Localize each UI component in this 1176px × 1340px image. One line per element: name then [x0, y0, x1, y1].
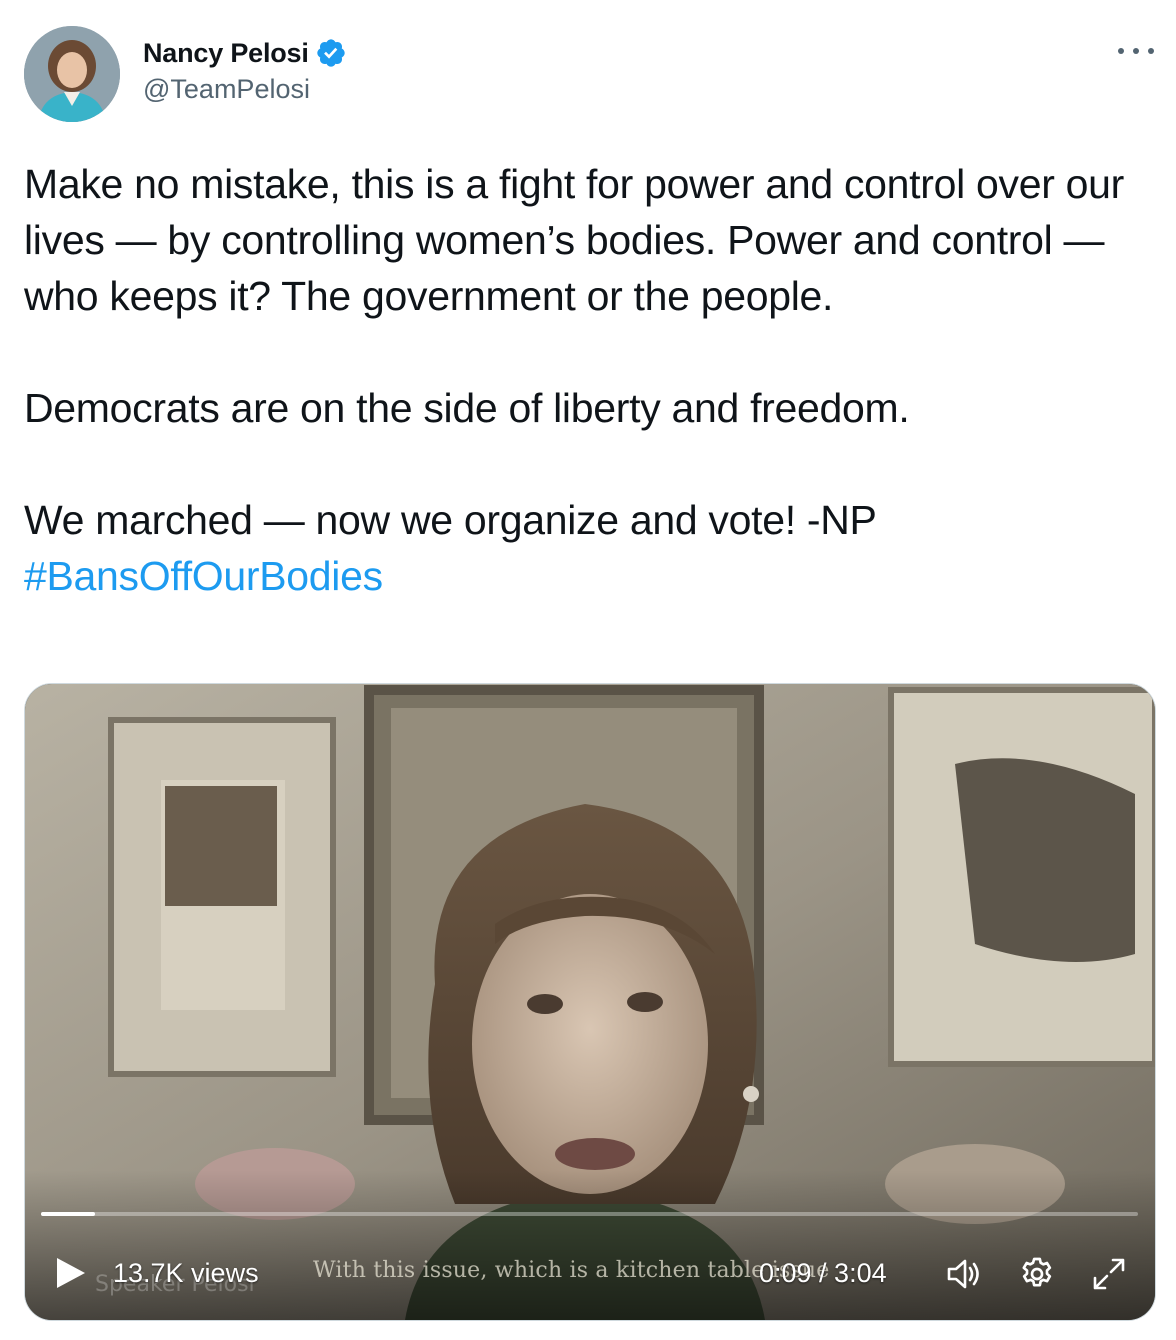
more-button[interactable] [1118, 36, 1154, 66]
avatar-photo [24, 26, 120, 122]
video-controls-overlay [25, 1170, 1155, 1320]
author-name[interactable]: Nancy Pelosi [143, 38, 309, 69]
avatar[interactable] [24, 26, 120, 122]
play-icon [57, 1258, 85, 1288]
tweet-text: Make no mistake, this is a fight for pow… [24, 156, 1152, 604]
fullscreen-button[interactable] [1089, 1254, 1129, 1294]
volume-button[interactable] [943, 1254, 983, 1294]
progress-fill [41, 1212, 95, 1216]
video-player[interactable]: Speaker Pelosi With this issue, which is… [24, 683, 1156, 1321]
more-icon-dot [1133, 48, 1139, 54]
tweet-paragraph: Make no mistake, this is a fight for pow… [24, 161, 1125, 319]
progress-bar[interactable] [41, 1212, 1138, 1216]
more-icon [1118, 48, 1124, 54]
volume-icon [947, 1259, 979, 1289]
more-icon-dot [1148, 48, 1154, 54]
time-display: 0:09 / 3:04 [759, 1258, 887, 1288]
tweet-paragraph: We marched — now we organize and vote! -… [24, 497, 877, 543]
settings-button[interactable] [1017, 1254, 1057, 1294]
author-handle[interactable]: @TeamPelosi [143, 74, 310, 105]
gear-icon [1022, 1257, 1052, 1287]
tweet-paragraph: Democrats are on the side of liberty and… [24, 385, 910, 431]
play-button[interactable] [55, 1256, 87, 1290]
fullscreen-icon [1093, 1258, 1125, 1290]
views-count: 13.7K views [113, 1258, 259, 1288]
hashtag-link[interactable]: #BansOffOurBodies [24, 553, 383, 599]
verified-badge-icon [315, 37, 347, 69]
video-caption: With this issue, which is a kitchen tabl… [313, 1258, 830, 1283]
author-name-row[interactable]: Nancy Pelosi [143, 34, 347, 72]
